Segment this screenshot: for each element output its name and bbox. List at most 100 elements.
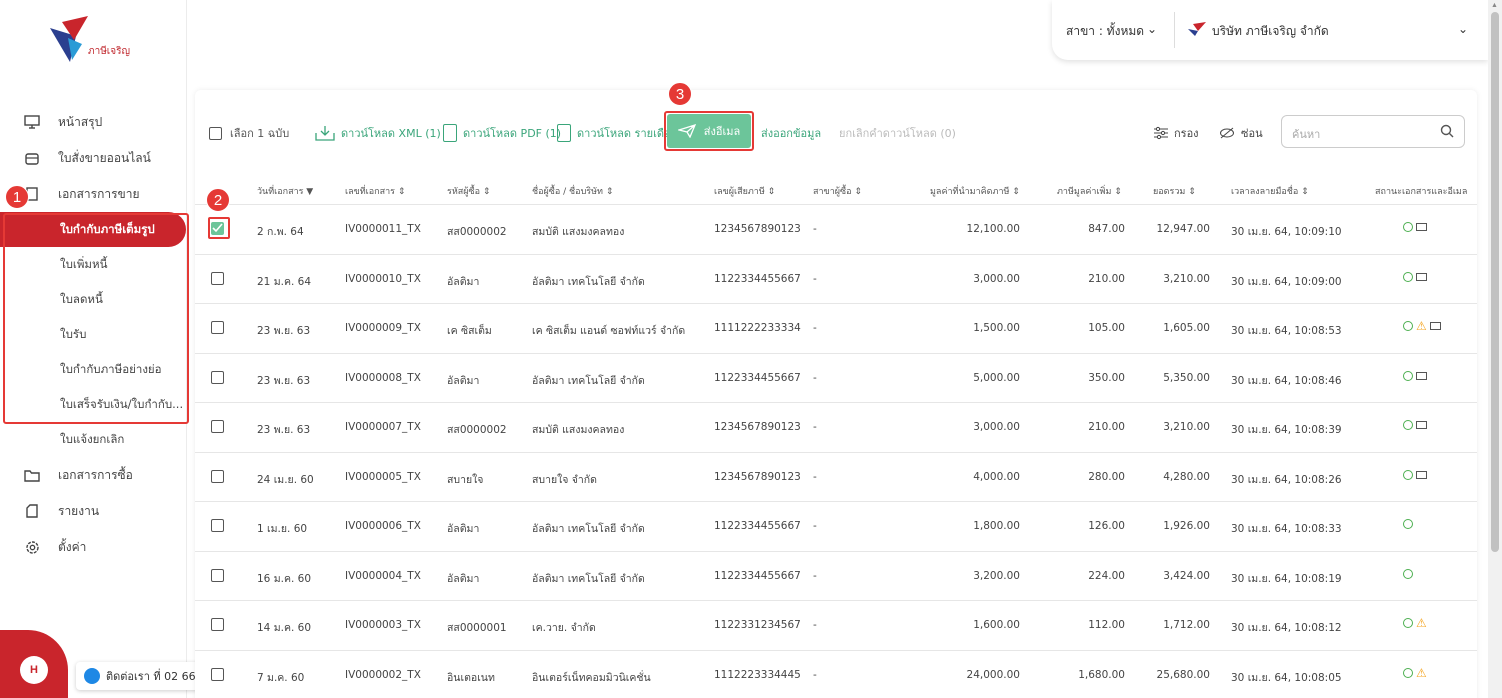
cell-tax-id: 1122334455667 xyxy=(714,371,801,384)
page-scrollbar[interactable]: ▲ xyxy=(1488,0,1502,698)
cell-buyer-code: อัลติมา xyxy=(447,275,480,288)
check-circle-icon xyxy=(1403,321,1413,331)
table-row[interactable]: 16 ม.ค. 60 IV0000004_TX อัลติมา อัลติมา เทค… xyxy=(195,550,1477,601)
cart-icon xyxy=(24,150,40,166)
sidebar-item-reports[interactable]: รายงาน xyxy=(0,493,187,529)
export-label: ส่งออกข้อมูล xyxy=(761,127,822,140)
logo-text: ภาษีเจริญ xyxy=(88,46,130,57)
cell-date: 1 เม.ย. 60 xyxy=(257,523,308,535)
row-checkbox[interactable] xyxy=(211,568,224,582)
sidebar-item-online-orders[interactable]: ใบสั่งขายออนไลน์ xyxy=(0,140,187,176)
cell-signed-time: 30 เม.ย. 64, 10:08:19 xyxy=(1231,572,1342,585)
table-row[interactable]: 24 เม.ย. 60 IV0000005_TX สบายใจ สบายใจ จำกั… xyxy=(195,451,1477,502)
cell-vat: 847.00 xyxy=(1088,223,1125,235)
logo-mark-icon xyxy=(50,16,88,62)
cell-buyer-code: สส0000002 xyxy=(447,424,507,436)
col-doc-number[interactable]: เลขที่เอกสาร ⇕ xyxy=(345,184,405,198)
chevron-down-icon[interactable]: ⌄ xyxy=(1147,22,1157,36)
table-row[interactable]: 23 พ.ย. 63 IV0000008_TX อัลติมา อัลติมา เทค… xyxy=(195,352,1477,403)
hide-label: ซ่อน xyxy=(1241,127,1263,140)
cell-date: 23 พ.ย. 63 xyxy=(257,424,311,436)
check-circle-icon xyxy=(1403,222,1413,232)
cell-signed-time: 30 เม.ย. 64, 10:09:00 xyxy=(1231,275,1342,288)
col-vat[interactable]: ภาษีมูลค่าเพิ่ม ⇕ xyxy=(1057,184,1122,198)
cell-tax-id: 1234567890123 xyxy=(714,421,801,433)
sidebar-subitem-cancel-notice[interactable]: ใบแจ้งยกเลิก xyxy=(0,422,187,457)
cell-total: 3,210.00 xyxy=(1163,421,1210,433)
search-icon[interactable] xyxy=(1440,124,1454,138)
export-button[interactable]: ส่งออกข้อมูล xyxy=(761,124,821,142)
search-input[interactable]: ค้นหา xyxy=(1281,115,1465,148)
sidebar-item-label: ใบสั่งขายออนไลน์ xyxy=(58,150,151,165)
row-checkbox[interactable] xyxy=(211,321,224,334)
check-circle-icon xyxy=(1403,519,1413,529)
filter-button[interactable]: กรอง xyxy=(1153,124,1199,142)
chevron-down-icon[interactable]: ⌄ xyxy=(1458,22,1468,36)
cell-signed-time: 30 เม.ย. 64, 10:08:46 xyxy=(1231,374,1342,387)
cell-total: 25,680.00 xyxy=(1156,668,1210,681)
table-row[interactable]: 1 เม.ย. 60 IV0000006_TX อัลติมา อัลติมา เทค… xyxy=(195,501,1477,551)
cell-buyer-branch: - xyxy=(813,322,817,334)
col-buyer-name[interactable]: ชื่อผู้ซื้อ / ชื่อบริษัท ⇕ xyxy=(532,184,613,198)
col-buyer-branch[interactable]: สาขาผู้ซื้อ ⇕ xyxy=(813,184,862,198)
col-tax-id[interactable]: เลขผู้เสียภาษี ⇕ xyxy=(714,184,775,198)
row-checkbox[interactable] xyxy=(211,519,224,532)
row-checkbox[interactable] xyxy=(211,370,224,384)
sidebar-item-summary[interactable]: หน้าสรุป xyxy=(0,104,187,140)
help-avatar[interactable]: H xyxy=(20,656,48,684)
select-all-checkbox[interactable] xyxy=(209,126,222,140)
sidebar-subitem-label: ใบแจ้งยกเลิก xyxy=(60,431,125,446)
download-report-button[interactable]: ดาวน์โหลด รายเดือน xyxy=(557,124,678,142)
scrollbar-thumb[interactable] xyxy=(1491,12,1499,552)
cell-tax-id: 1122334455667 xyxy=(714,569,801,582)
col-total[interactable]: ยอดรวม ⇕ xyxy=(1153,184,1196,198)
company-logo[interactable]: ภาษีเจริญ xyxy=(48,14,148,66)
branch-selector[interactable]: สาขา : ทั้งหมด xyxy=(1066,22,1144,41)
cell-taxable-amount: 1,500.00 xyxy=(973,322,1020,334)
cell-vat: 126.00 xyxy=(1088,520,1125,532)
cell-date: 14 ม.ค. 60 xyxy=(257,622,312,634)
table-row[interactable]: 23 พ.ย. 63 IV0000007_TX สส0000002 สมบัติ แส… xyxy=(195,402,1477,452)
cell-taxable-amount: 1,800.00 xyxy=(973,520,1020,532)
table-row[interactable]: 14 ม.ค. 60 IV0000003_TX สส0000001 เค.วาย. จ… xyxy=(195,600,1477,650)
sidebar-item-label: เอกสารการขาย xyxy=(58,186,140,201)
row-checkbox[interactable] xyxy=(211,469,224,483)
scroll-up-arrow-icon[interactable]: ▲ xyxy=(1491,2,1498,9)
sidebar-item-settings[interactable]: ตั้งค่า xyxy=(0,529,187,565)
sidebar-item-purchase-docs[interactable]: เอกสารการซื้อ xyxy=(0,457,187,493)
row-checkbox[interactable] xyxy=(211,618,224,631)
col-taxable-amount[interactable]: มูลค่าที่นำมาคิดภาษี ⇕ xyxy=(930,184,1020,198)
row-checkbox[interactable] xyxy=(211,667,224,681)
cell-total: 1,712.00 xyxy=(1163,619,1210,631)
table-row[interactable]: 23 พ.ย. 63 IV0000009_TX เค ซิสเต็ม เค ซิสเต… xyxy=(195,303,1477,353)
company-selector[interactable]: บริษัท ภาษีเจริญ จำกัด xyxy=(1212,22,1329,41)
cell-vat: 210.00 xyxy=(1088,272,1125,285)
col-date[interactable]: วันที่เอกสาร ▼ xyxy=(257,184,313,198)
hide-button[interactable]: ซ่อน xyxy=(1219,124,1263,142)
check-circle-icon xyxy=(1403,271,1413,282)
cell-buyer-name: สมบัติ แสงมงคลทอง xyxy=(532,424,625,436)
toolbar: เลือก 1 ฉบับ ดาวน์โหลด XML (1) ดาวน์โหลด… xyxy=(195,90,1477,170)
row-checkbox[interactable] xyxy=(211,271,224,285)
col-buyer-code[interactable]: รหัสผู้ซื้อ ⇕ xyxy=(447,184,490,198)
table-row[interactable]: 7 ม.ค. 60 IV0000002_TX อินเตอเนท อินเตอร์เน… xyxy=(195,649,1477,698)
download-xml-button[interactable]: ดาวน์โหลด XML (1) xyxy=(315,124,441,142)
cell-total: 5,350.00 xyxy=(1163,371,1210,384)
cancel-download-button[interactable]: ยกเลิกคำดาวน์โหลด (0) xyxy=(839,124,956,142)
select-all[interactable]: เลือก 1 ฉบับ xyxy=(209,124,289,142)
table-row[interactable]: 2 ก.พ. 64 IV0000011_TX สส0000002 สมบัติ แสง… xyxy=(195,204,1477,254)
dashboard-icon xyxy=(24,114,40,130)
download-pdf-button[interactable]: ดาวน์โหลด PDF (1) xyxy=(443,124,561,142)
cell-taxable-amount: 1,600.00 xyxy=(973,619,1020,631)
row-checkbox[interactable] xyxy=(211,420,224,433)
cell-tax-id: 1122334455667 xyxy=(714,520,801,532)
file-icon xyxy=(443,124,457,142)
col-signed-time[interactable]: เวลาลงลายมือชื่อ ⇕ xyxy=(1231,184,1309,198)
cell-taxable-amount: 3,200.00 xyxy=(973,569,1020,582)
table-row[interactable]: 21 ม.ค. 64 IV0000010_TX อัลติมา อัลติมา เทค… xyxy=(195,253,1477,304)
cell-buyer-branch: - xyxy=(813,223,817,235)
help-tab[interactable]: H xyxy=(0,630,68,698)
cell-signed-time: 30 เม.ย. 64, 10:08:05 xyxy=(1231,671,1342,684)
col-status: สถานะเอกสารและอีเมล xyxy=(1375,187,1468,197)
sidebar-item-label: หน้าสรุป xyxy=(58,114,103,129)
